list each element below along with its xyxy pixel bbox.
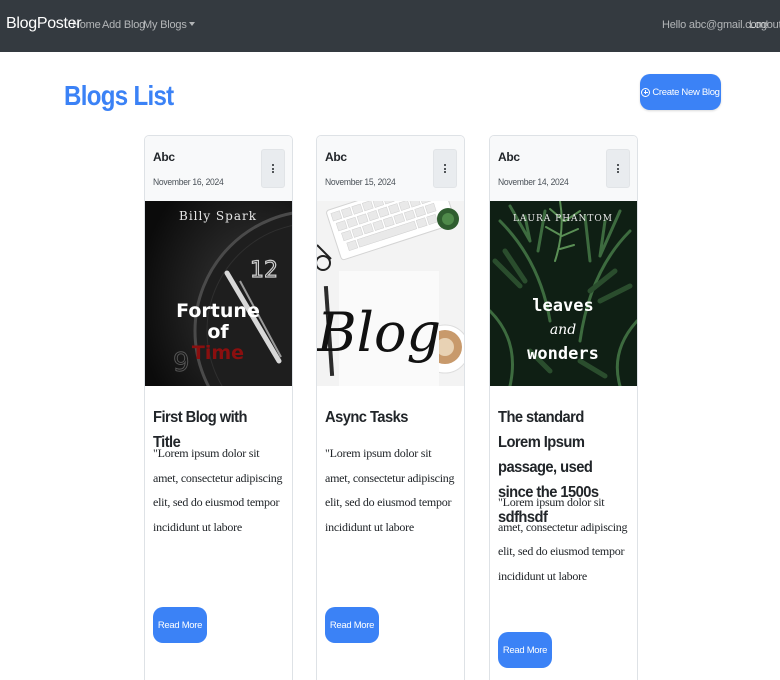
card-excerpt: "Lorem ipsum dolor sit amet, consectetur…: [153, 446, 283, 534]
nav-add-blog[interactable]: Add Blog: [102, 19, 145, 31]
card-menu-button[interactable]: [433, 149, 457, 188]
blog-card: Abc November 16, 2024 12 9 Billy Spark F…: [144, 135, 293, 680]
read-more-button[interactable]: Read More: [498, 632, 552, 668]
card-date: November 16, 2024: [153, 177, 224, 188]
card-cover-image: Blog: [317, 201, 464, 386]
image-title-line2: and: [550, 322, 576, 338]
card-menu-button[interactable]: [606, 149, 630, 188]
page-title: Blogs List: [64, 80, 174, 111]
card-cover-image: 12 9 Billy Spark Fortune of Time: [145, 201, 292, 386]
image-author-text: Billy Spark: [179, 209, 257, 223]
vertical-dots-icon: [272, 164, 274, 173]
blog-card: Abc November 15, 2024 Blog Async Tasks "…: [316, 135, 465, 680]
clock-numeral: 12: [250, 258, 278, 283]
image-title-line1: Fortune: [176, 300, 260, 322]
read-more-button[interactable]: Read More: [153, 607, 207, 643]
card-excerpt: "Lorem ipsum dolor sit amet, consectetur…: [325, 446, 455, 534]
plus-circle-icon: [641, 87, 651, 97]
image-script-text: Blog: [317, 301, 441, 364]
image-author-text: LAURA PHANTOM: [513, 214, 613, 224]
card-header: Abc November 15, 2024: [317, 136, 464, 201]
vertical-dots-icon: [444, 164, 446, 173]
nav-home[interactable]: Home: [72, 19, 101, 31]
card-title[interactable]: Async Tasks: [325, 405, 446, 430]
card-header: Abc November 16, 2024: [145, 136, 292, 201]
image-title-line3: wonders: [527, 344, 599, 364]
card-date: November 15, 2024: [325, 177, 396, 188]
card-cover-image: LAURA PHANTOM leaves and wonders: [490, 201, 637, 386]
image-title-line1: leaves: [532, 296, 593, 316]
chevron-down-icon: [188, 22, 195, 27]
card-author: Abc: [498, 150, 520, 164]
card-date: November 14, 2024: [498, 177, 569, 188]
card-excerpt: "Lorem ipsum dolor sit amet, consectetur…: [498, 495, 628, 583]
create-new-blog-button[interactable]: Create New Blog: [640, 74, 721, 110]
svg-text:9: 9: [173, 348, 190, 378]
blog-card: Abc November 14, 2024 LAURA PHANTOM leav…: [489, 135, 638, 680]
image-title-line2: of: [207, 321, 229, 343]
read-more-button[interactable]: Read More: [325, 607, 379, 643]
create-new-blog-label: Create New Blog: [652, 86, 720, 98]
card-header: Abc November 14, 2024: [490, 136, 637, 201]
vertical-dots-icon: [617, 164, 619, 173]
nav-my-blogs-dropdown[interactable]: My Blogs: [143, 19, 195, 31]
brand-link[interactable]: BlogPoster: [6, 15, 82, 33]
card-menu-button[interactable]: [261, 149, 285, 188]
logout-link[interactable]: Logout: [749, 19, 780, 31]
top-navbar: BlogPoster Home Add Blog My Blogs Hello …: [0, 0, 780, 52]
nav-my-blogs-label: My Blogs: [143, 19, 187, 31]
card-author: Abc: [325, 150, 347, 164]
image-title-line3: Time: [192, 342, 244, 364]
card-author: Abc: [153, 150, 175, 164]
